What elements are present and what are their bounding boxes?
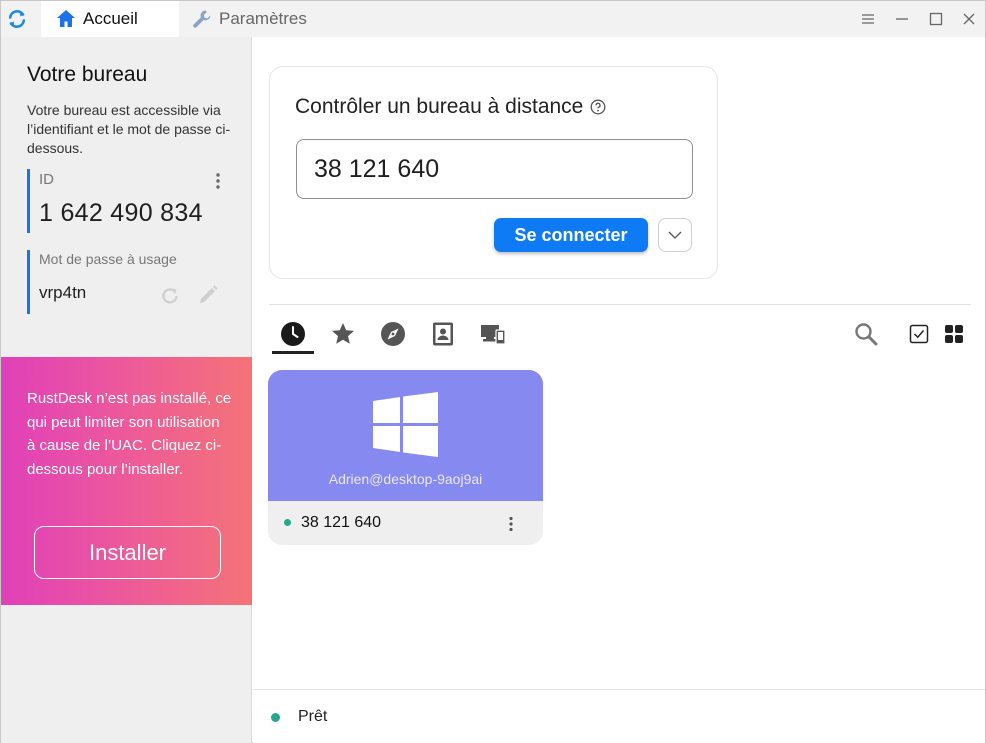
remote-control-title-text: Contrôler un bureau à distance [295, 95, 584, 118]
install-button[interactable]: Installer [34, 526, 221, 579]
left-panel: Votre bureau Votre bureau est accessible… [1, 37, 252, 743]
close-icon [963, 13, 975, 25]
remote-control-title: Contrôler un bureau à distance [295, 95, 606, 119]
wrench-icon [193, 10, 211, 28]
peer-card[interactable]: Adrien@desktop-9aoj9ai 38 121 640 [268, 370, 543, 545]
search-icon [855, 323, 878, 346]
select-peers-button[interactable] [904, 319, 934, 349]
tab-favorites[interactable] [328, 319, 358, 349]
peer-card-preview[interactable]: Adrien@desktop-9aoj9ai [268, 370, 543, 501]
menu-button[interactable] [858, 9, 878, 29]
connect-button[interactable]: Se connecter [494, 218, 648, 252]
your-desktop-title: Votre bureau [27, 63, 148, 86]
tab-settings-label: Paramètres [219, 9, 307, 28]
id-more-options-icon[interactable] [213, 171, 223, 191]
your-desktop-description: Votre bureau est accessible via l’identi… [27, 102, 231, 156]
title-bar: Accueil Paramètres [1, 1, 985, 37]
favorites-icon [332, 323, 354, 344]
search-peers-button[interactable] [851, 319, 881, 349]
tab-address-book[interactable] [428, 319, 458, 349]
peer-name: Adrien@desktop-9aoj9ai [328, 471, 483, 487]
install-banner: RustDesk n’est pas installé, ce qui peut… [1, 357, 252, 605]
grid-view-icon [945, 325, 963, 343]
status-bar: Prêt [253, 689, 985, 743]
section-divider [269, 304, 971, 305]
maximize-button[interactable] [926, 9, 946, 29]
id-field: ID 1 642 490 834 [27, 169, 227, 233]
tab-home-label: Accueil [83, 9, 138, 28]
status-indicator [271, 713, 280, 722]
windows-logo-icon [373, 392, 438, 457]
maximize-icon [929, 12, 943, 26]
peer-id: 38 121 640 [301, 514, 382, 531]
tab-recent[interactable] [278, 319, 308, 349]
discovered-icon [381, 322, 405, 346]
tab-discovered[interactable] [378, 319, 408, 349]
recent-icon [281, 322, 305, 346]
peer-online-indicator [284, 519, 291, 526]
active-tab-indicator [272, 351, 314, 354]
remote-id-input[interactable] [296, 139, 693, 199]
close-button[interactable] [959, 9, 979, 29]
password-label: Mot de passe à usage [39, 251, 177, 267]
edit-password-icon[interactable] [197, 284, 219, 306]
rustdesk-logo-icon [8, 10, 26, 28]
menu-icon [862, 14, 874, 24]
remote-control-card: Contrôler un bureau à distance Se connec… [269, 66, 718, 279]
grid-view-button[interactable] [939, 319, 969, 349]
id-value[interactable]: 1 642 490 834 [39, 199, 227, 228]
refresh-password-icon[interactable] [159, 285, 181, 307]
tab-home[interactable]: Accueil [41, 1, 179, 37]
connect-options-button[interactable] [658, 218, 692, 252]
id-label: ID [39, 171, 54, 188]
chevron-down-icon [668, 231, 682, 239]
install-banner-text: RustDesk n’est pas installé, ce qui peut… [27, 390, 232, 478]
peer-more-options-icon[interactable] [506, 515, 516, 533]
address-book-icon [433, 322, 453, 346]
minimize-button[interactable] [892, 9, 912, 29]
tab-settings[interactable]: Paramètres [189, 1, 329, 37]
checkbox-icon [909, 324, 929, 344]
status-text: Prêt [298, 708, 328, 725]
tab-group[interactable] [478, 319, 508, 349]
group-icon [481, 325, 506, 345]
minimize-icon [896, 18, 908, 20]
help-icon[interactable] [590, 99, 606, 115]
main-window: Accueil Paramètres Votre bureau Votre bu… [0, 0, 986, 743]
home-icon [57, 10, 75, 27]
